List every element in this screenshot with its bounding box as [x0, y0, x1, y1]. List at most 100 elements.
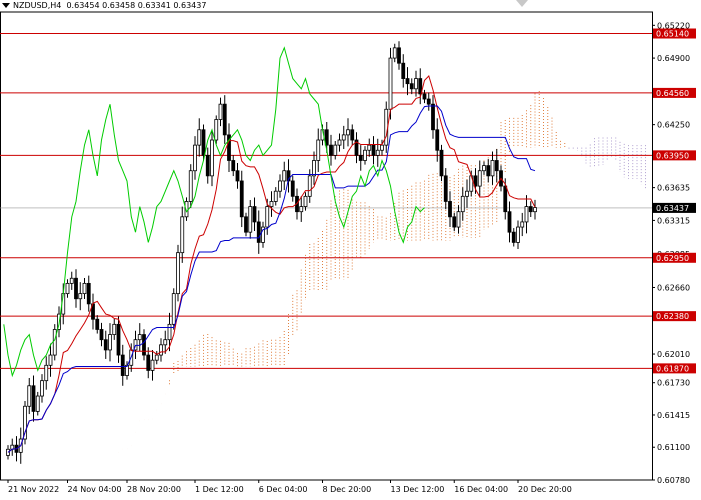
x-tick-label: 1 Dec 12:00	[195, 485, 244, 494]
candle-body	[74, 277, 78, 300]
candle-body	[116, 323, 121, 356]
candle-body	[103, 339, 108, 351]
candle-body	[375, 149, 380, 156]
candle-body	[171, 293, 176, 325]
y-tick-label: 0.61100	[657, 443, 690, 452]
tenkan-sen-line	[7, 75, 536, 453]
candle-body	[244, 216, 248, 233]
candle-body	[82, 282, 87, 295]
candle-body	[78, 293, 83, 300]
level-label-text: 0.64560	[656, 89, 689, 98]
candle-body	[163, 339, 168, 346]
candle-body	[465, 190, 469, 197]
candle-body	[303, 195, 308, 207]
candle-body	[231, 160, 236, 172]
candle-body	[452, 216, 457, 228]
level-label: 0.62380	[653, 311, 696, 322]
candle-body	[278, 180, 282, 192]
candle-body	[188, 170, 193, 202]
candle-body	[405, 78, 410, 85]
x-tick-label: 28 Nov 20:00	[127, 485, 181, 494]
candle-body	[316, 139, 321, 161]
candle-body	[69, 277, 74, 284]
candle-body	[380, 144, 384, 151]
x-tick-label: 16 Dec 04:00	[454, 485, 508, 494]
candle-body	[482, 165, 486, 172]
y-tick-label: 0.63315	[657, 216, 690, 225]
candle-body	[269, 201, 274, 207]
candle-body	[256, 221, 261, 243]
candle-body	[371, 144, 376, 156]
candle-body	[214, 119, 219, 141]
scroll-marker-icon	[516, 0, 528, 7]
y-tick-label: 0.64250	[657, 121, 690, 130]
y-tick-label: 0.62010	[657, 350, 690, 359]
candle-body	[197, 129, 202, 146]
candle-body	[397, 47, 401, 64]
candle-body	[503, 185, 508, 213]
level-label-text: 0.63950	[656, 151, 689, 160]
candle-body	[511, 231, 516, 243]
candle-body	[137, 334, 142, 341]
x-tick-label: 8 Dec 20:00	[323, 485, 372, 494]
candle-body	[142, 334, 146, 356]
candle-body	[120, 354, 125, 376]
candle-body	[528, 206, 533, 213]
candle-body	[350, 129, 355, 141]
candle-body	[520, 221, 525, 228]
level-label: 0.63950	[653, 150, 696, 161]
candle-body	[273, 190, 278, 202]
candle-body	[367, 144, 372, 151]
level-label: 0.64560	[653, 87, 696, 98]
candle-body	[456, 211, 461, 228]
candle-body	[409, 83, 414, 90]
candle-body	[337, 139, 342, 146]
candle-body	[235, 170, 240, 182]
candle-body	[477, 170, 482, 187]
y-tick-label: 0.61730	[657, 379, 690, 388]
candle-body	[159, 344, 163, 356]
candle-body	[290, 180, 295, 197]
candle-body	[146, 354, 151, 371]
candle-body	[35, 395, 40, 412]
candle-body	[180, 216, 185, 254]
candle-body	[507, 211, 512, 233]
y-tick-label: 0.63635	[657, 184, 690, 193]
x-tick-label: 24 Nov 04:00	[68, 485, 122, 494]
candle-body	[401, 62, 406, 79]
kijun-sen-line	[7, 105, 536, 453]
level-label-text: 0.62950	[656, 254, 689, 263]
x-tick-label: 21 Nov 2022	[8, 485, 59, 494]
candle-body	[252, 206, 257, 223]
candle-body	[392, 47, 397, 59]
candle-body	[193, 144, 197, 172]
level-label: 0.65140	[653, 28, 696, 39]
candle-body	[108, 334, 112, 351]
candle-body	[346, 129, 350, 136]
chikou-span-line	[3, 46, 425, 378]
candle-body	[48, 354, 53, 366]
candle-body	[329, 144, 333, 156]
level-label: 0.62950	[653, 252, 696, 263]
candle-body	[490, 160, 495, 177]
candle-body	[210, 139, 214, 177]
candle-body	[44, 364, 49, 382]
candle-body	[494, 160, 499, 172]
x-tick-label: 20 Dec 20:00	[518, 485, 572, 494]
candle-body	[52, 329, 57, 356]
candle-body	[307, 175, 312, 197]
candle-body	[358, 154, 363, 161]
candle-body	[448, 201, 452, 218]
candle-body	[112, 323, 117, 335]
price-chart[interactable]: 0.652200.649000.645750.642500.639500.636…	[0, 0, 701, 500]
candle-body	[167, 323, 172, 341]
x-axis: 21 Nov 2022 24 Nov 04:00 28 Nov 20:00 1 Dec…	[7, 480, 572, 494]
x-tick-label: 13 Dec 12:00	[391, 485, 445, 494]
candle-body	[524, 206, 529, 223]
candle-body	[312, 160, 316, 177]
plot-frame	[0, 11, 653, 481]
level-label-text: 0.65140	[656, 30, 689, 39]
candle-body	[460, 195, 465, 213]
candle-body	[363, 149, 367, 161]
candle-body	[282, 170, 287, 182]
